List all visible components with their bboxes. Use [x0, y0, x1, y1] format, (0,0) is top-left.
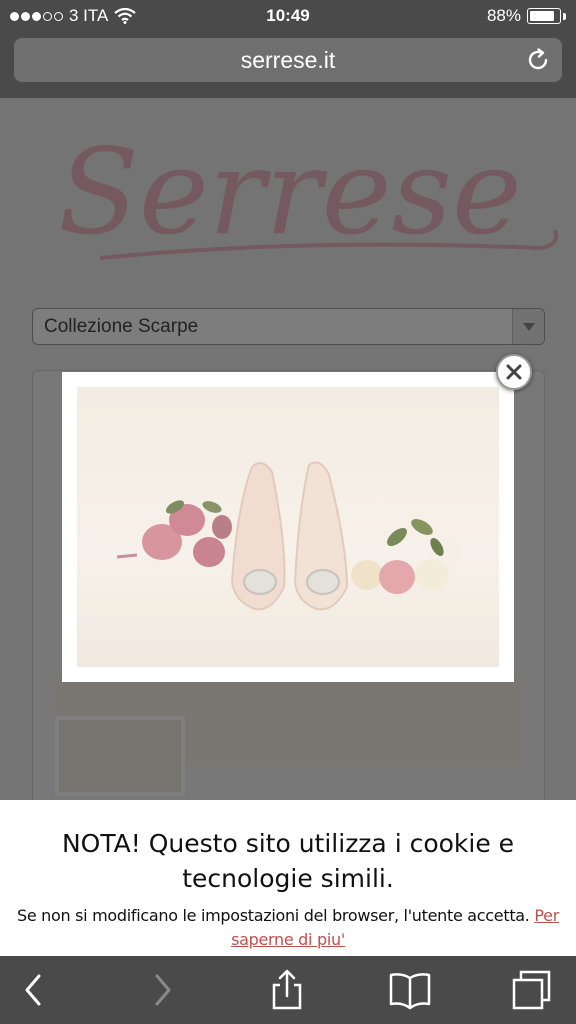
cookie-text: Se non si modificano le impostazioni del… — [16, 906, 530, 925]
chevron-right-icon[interactable] — [140, 968, 184, 1012]
shoes — [230, 461, 349, 611]
url-bar[interactable]: serrese.it — [14, 38, 562, 82]
browser-toolbar — [0, 956, 576, 1024]
url-text: serrese.it — [240, 47, 336, 73]
browser-address-area: serrese.it — [0, 32, 576, 98]
book-icon[interactable] — [388, 968, 432, 1012]
lightbox-photo — [77, 387, 499, 667]
close-button[interactable] — [496, 354, 532, 390]
battery-fill — [530, 11, 554, 21]
lightbox — [62, 372, 514, 682]
right-roses — [351, 519, 463, 594]
cookie-text-block: Se non si modificano le impostazioni del… — [4, 904, 572, 952]
cookie-banner: NOTA! Questo sito utilizza i cookie e te… — [0, 800, 576, 956]
cookie-title: NOTA! Questo sito utilizza i cookie e te… — [61, 829, 515, 893]
tabs-icon[interactable] — [510, 968, 554, 1012]
status-right: 88% — [487, 6, 566, 26]
status-bar: 3 ITA 10:49 88% — [0, 0, 576, 32]
reload-icon[interactable] — [526, 48, 550, 72]
share-icon[interactable] — [265, 968, 309, 1012]
shoes-photo-image — [116, 461, 463, 611]
left-roses — [116, 500, 232, 567]
battery-tip — [563, 12, 566, 20]
battery-percent: 88% — [486, 6, 521, 25]
close-icon — [506, 364, 522, 380]
battery-icon — [527, 8, 561, 24]
chevron-left-icon[interactable] — [12, 968, 56, 1012]
